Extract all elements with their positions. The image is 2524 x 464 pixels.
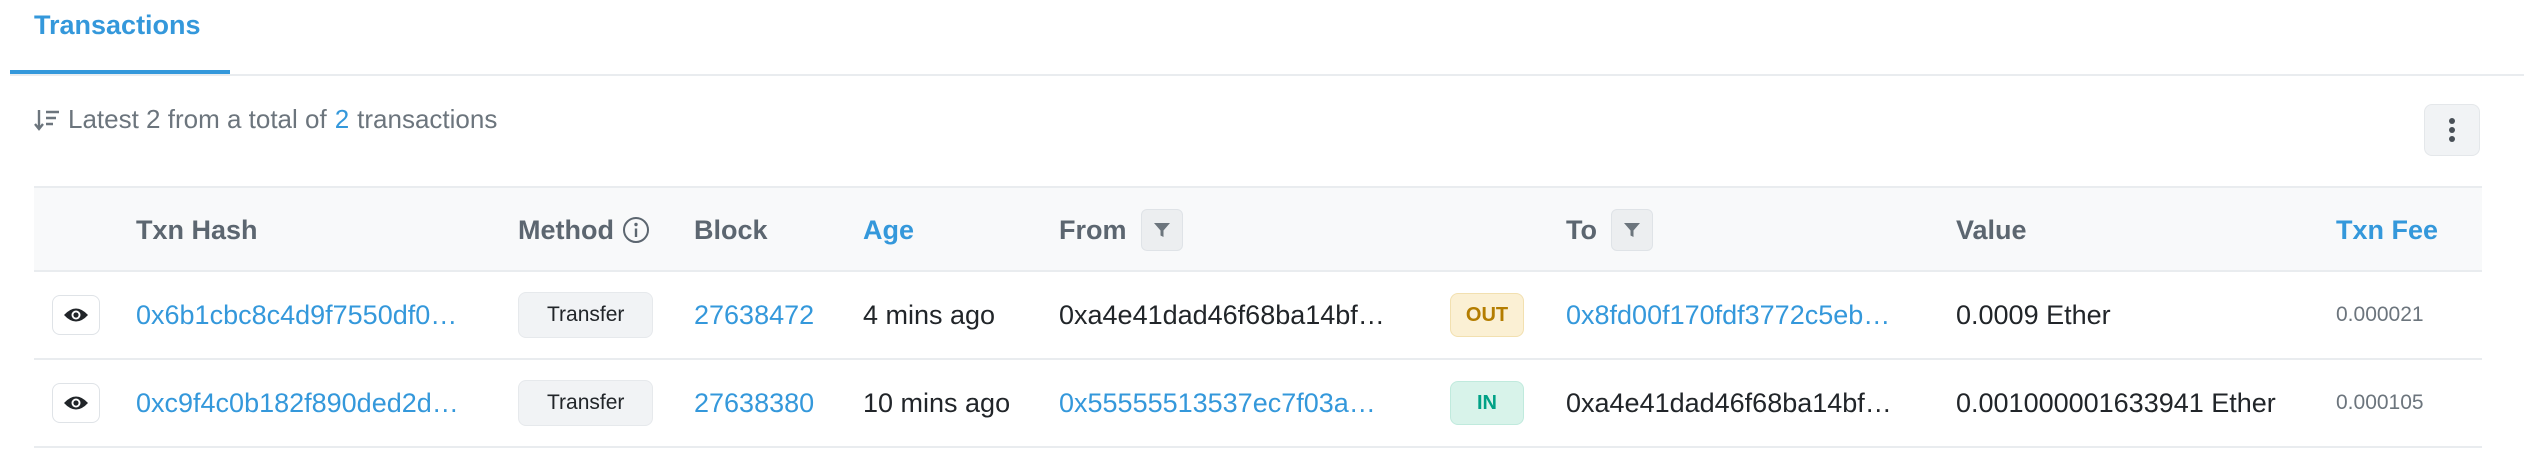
- table-row: 0x6b1cbc8c4d9f7550df0… Transfer 27638472…: [34, 272, 2482, 360]
- method-cell: Transfer: [518, 272, 654, 358]
- txn-hash-link[interactable]: 0x6b1cbc8c4d9f7550df0…: [136, 272, 457, 358]
- txn-hash-link[interactable]: 0xc9f4c0b182f890ded2d…: [136, 360, 459, 446]
- eye-icon: [64, 396, 88, 410]
- header-block: Block: [694, 214, 768, 245]
- filter-icon: [1623, 223, 1640, 237]
- method-badge: Transfer: [518, 380, 654, 426]
- summary-count-link[interactable]: 2: [335, 104, 349, 135]
- filter-icon: [1153, 223, 1170, 237]
- value-text: 0.0009 Ether: [1956, 299, 2111, 330]
- row-preview-cell: [52, 360, 100, 446]
- sort-desc-icon: [34, 109, 59, 131]
- header-to: To: [1566, 188, 1653, 272]
- to-address-link[interactable]: 0x8fd00f170fdf3772c5eb…: [1566, 272, 1890, 358]
- age-text: 10 mins ago: [863, 387, 1011, 418]
- from-address[interactable]: 0xa4e41dad46f68ba14bf…: [1059, 272, 1385, 358]
- header-method: Method: [518, 188, 650, 272]
- from-filter-button[interactable]: [1140, 209, 1183, 251]
- age-text: 4 mins ago: [863, 299, 996, 330]
- header-value: Value: [1956, 214, 2027, 245]
- table-header: Txn Hash Method Block Age From To Value …: [34, 186, 2482, 272]
- value-text: 0.001000001633941 Ether: [1956, 387, 2276, 418]
- block-link[interactable]: 27638472: [694, 272, 814, 358]
- transactions-table: Txn Hash Method Block Age From To Value …: [34, 186, 2482, 448]
- preview-button[interactable]: [52, 295, 100, 335]
- direction-cell: IN: [1450, 360, 1524, 446]
- info-icon[interactable]: [622, 216, 650, 244]
- to-filter-button[interactable]: [1610, 209, 1653, 251]
- transactions-summary: Latest 2 from a total of 2 transactions: [34, 104, 497, 135]
- header-txn-fee[interactable]: Txn Fee: [2336, 188, 2438, 272]
- method-cell: Transfer: [518, 360, 654, 446]
- more-options-button[interactable]: [2424, 104, 2480, 156]
- header-from: From: [1059, 188, 1183, 272]
- direction-badge-in: IN: [1450, 381, 1524, 425]
- summary-prefix: Latest 2 from a total of: [68, 104, 327, 134]
- summary-suffix: transactions: [357, 104, 498, 134]
- more-vertical-icon: [2449, 118, 2455, 142]
- method-badge: Transfer: [518, 292, 654, 338]
- preview-button[interactable]: [52, 383, 100, 423]
- header-method-label: Method: [518, 214, 614, 245]
- eye-icon: [64, 308, 88, 322]
- header-txn-hash: Txn Hash: [136, 214, 258, 245]
- txn-fee-text: 0.000105: [2336, 391, 2424, 414]
- txn-fee-text: 0.000021: [2336, 303, 2424, 326]
- tab-transactions[interactable]: Transactions: [10, 0, 230, 74]
- direction-cell: OUT: [1450, 272, 1524, 358]
- header-to-label: To: [1566, 214, 1597, 245]
- from-address-link[interactable]: 0x55555513537ec7f03a…: [1059, 360, 1376, 446]
- block-link[interactable]: 27638380: [694, 360, 814, 446]
- to-address[interactable]: 0xa4e41dad46f68ba14bf…: [1566, 360, 1892, 446]
- tab-bar: Transactions: [10, 0, 2524, 76]
- header-age[interactable]: Age: [863, 188, 914, 272]
- row-preview-cell: [52, 272, 100, 358]
- direction-badge-out: OUT: [1450, 293, 1524, 337]
- table-row: 0xc9f4c0b182f890ded2d… Transfer 27638380…: [34, 360, 2482, 448]
- header-from-label: From: [1059, 214, 1127, 245]
